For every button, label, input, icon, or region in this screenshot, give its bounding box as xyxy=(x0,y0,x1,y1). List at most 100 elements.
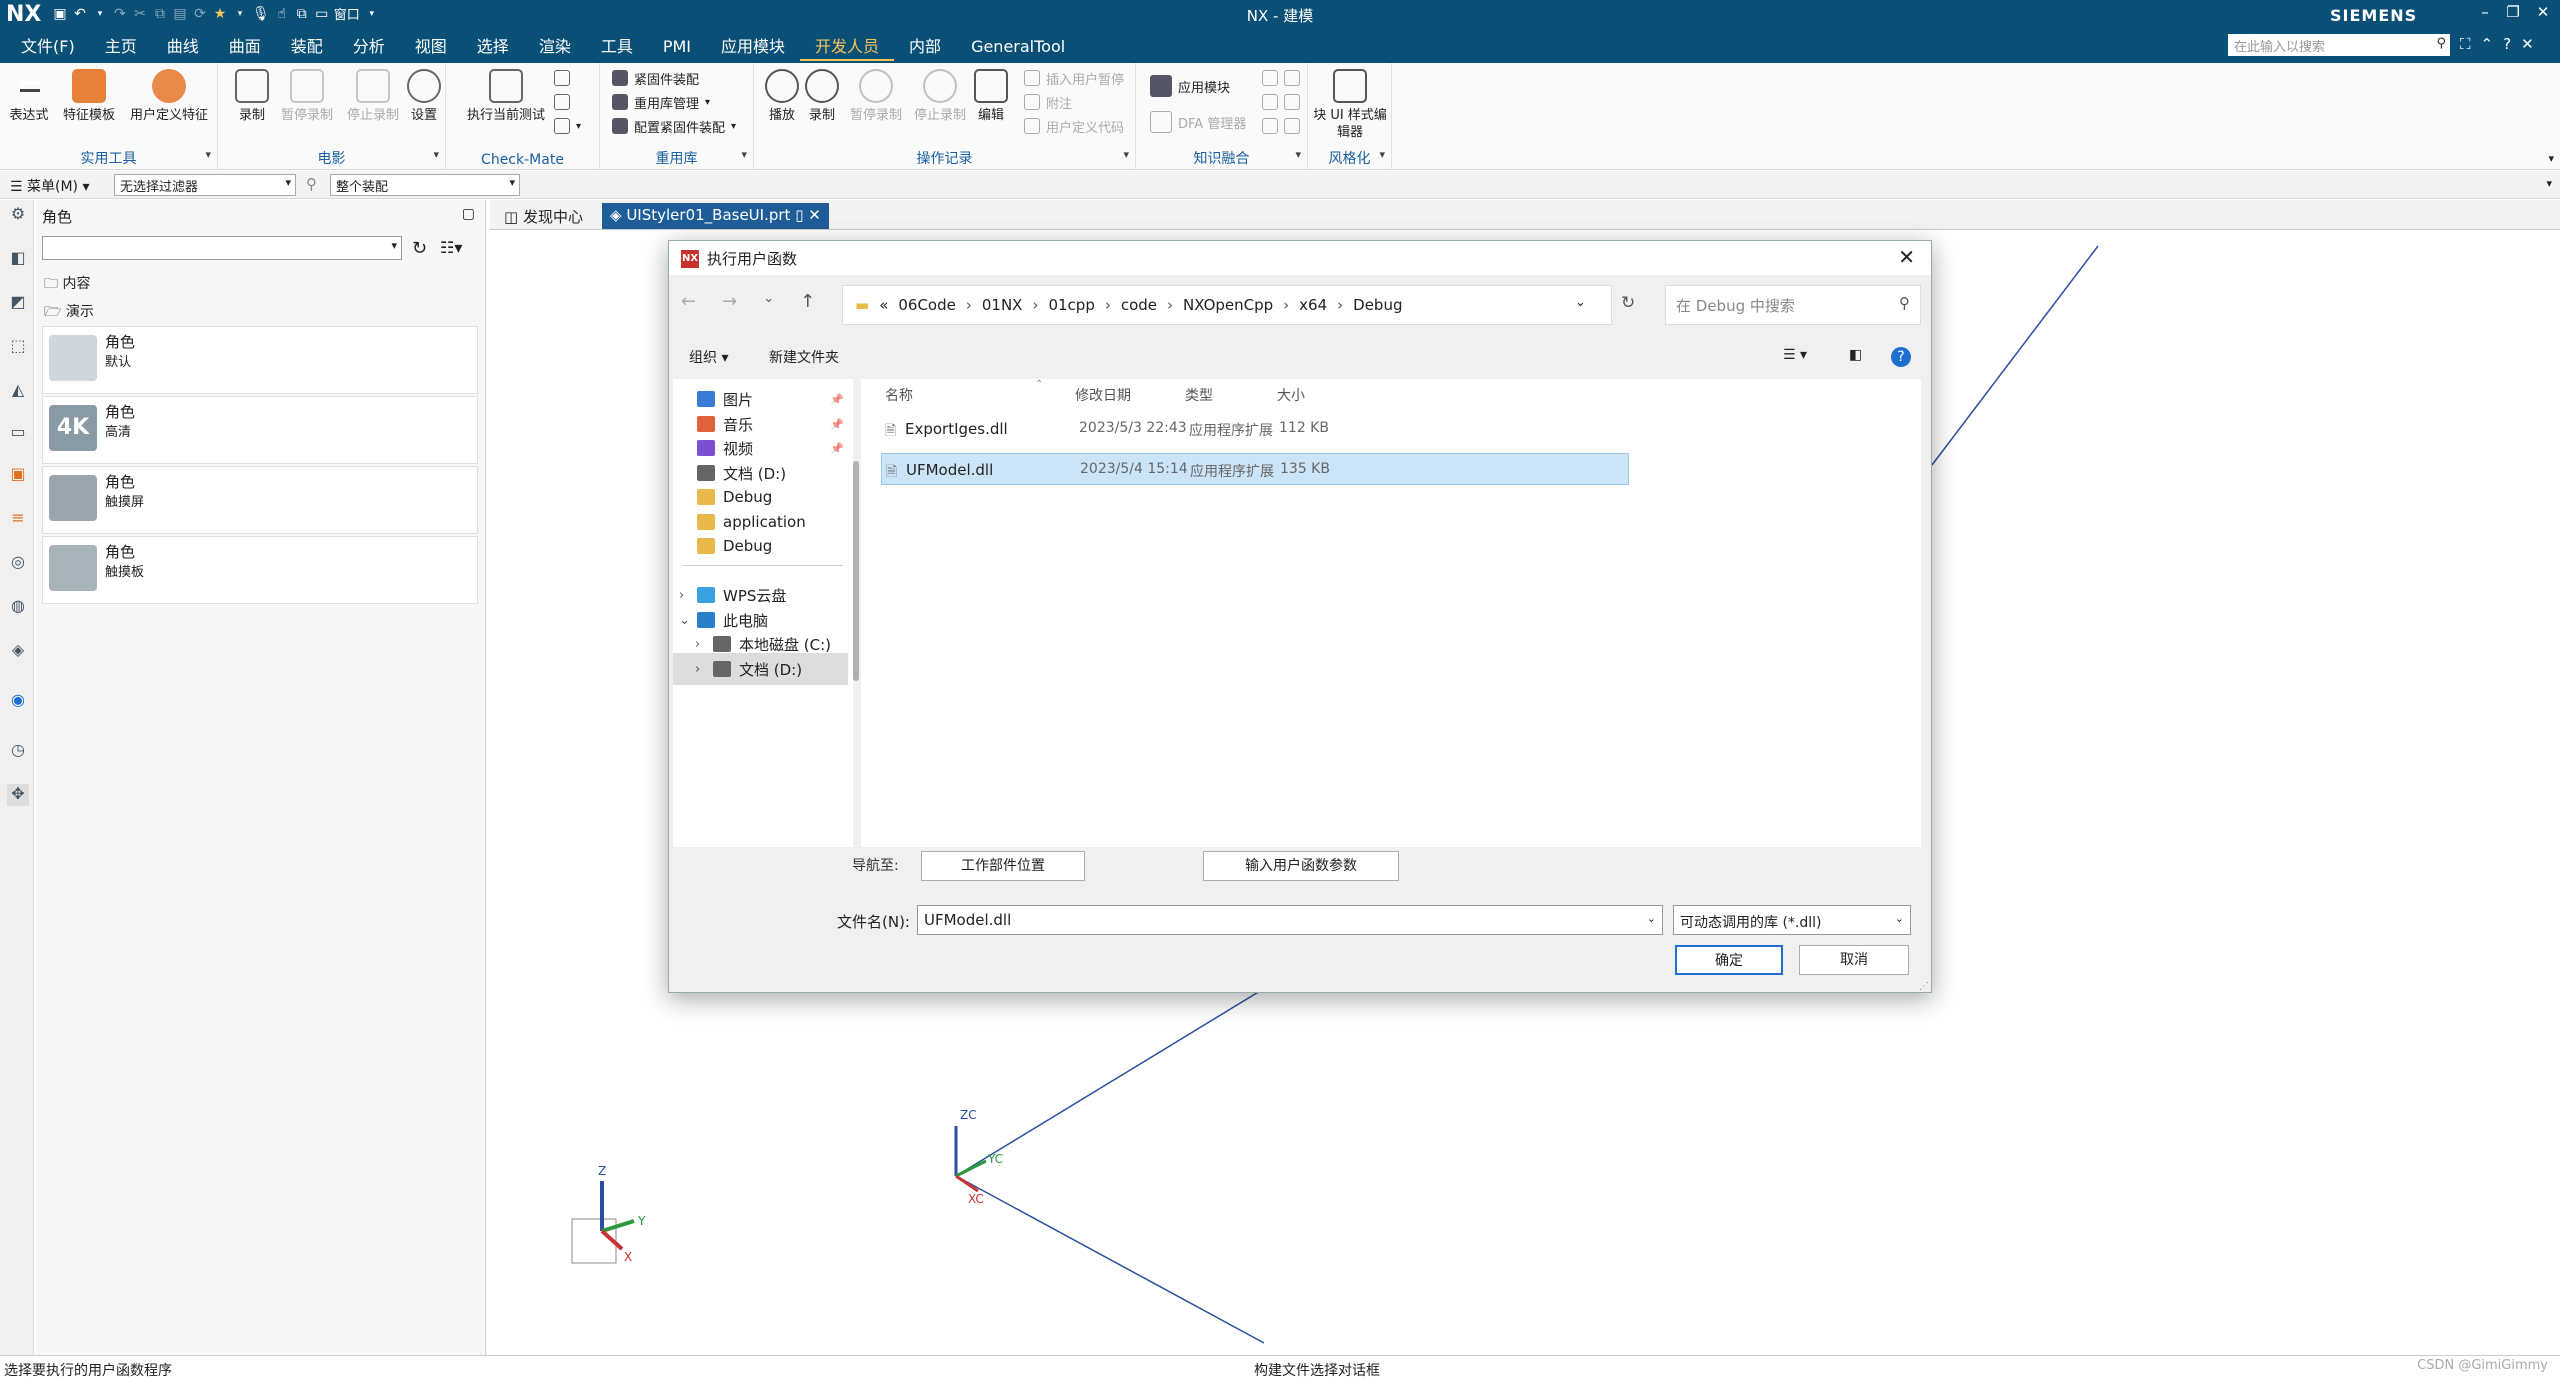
column-name[interactable]: 名称 xyxy=(885,385,913,405)
window-menu-label[interactable]: 窗口 xyxy=(334,4,360,23)
chevron-down-icon[interactable]: ▾ xyxy=(1295,148,1301,161)
microphone-icon[interactable]: 🎙 xyxy=(252,6,270,22)
breadcrumb-segment[interactable]: 01cpp xyxy=(1048,296,1094,314)
tab-pin-icon[interactable]: ▯ xyxy=(795,206,803,224)
configure-fastener-button[interactable]: 配置紧固件装配 ▾ xyxy=(612,115,736,137)
user-defined-feature-button[interactable]: 用户定义特征 xyxy=(124,69,214,124)
breadcrumb-segment[interactable]: « xyxy=(879,296,888,314)
kf-small-3[interactable] xyxy=(1262,115,1300,137)
refresh-icon[interactable]: ↻ xyxy=(412,238,427,259)
menu-item[interactable]: 分析 xyxy=(338,35,400,61)
history-icon[interactable]: ▣ xyxy=(7,464,29,486)
kf-small-2[interactable] xyxy=(1262,91,1300,113)
part-navigator-icon[interactable]: ◧ xyxy=(7,248,29,270)
search-icon[interactable]: ⚲ xyxy=(2436,36,2446,51)
nav-item[interactable]: › 文档 (D:) xyxy=(673,653,848,685)
breadcrumb-separator-icon[interactable]: › xyxy=(1337,296,1343,314)
tab-discovery-center[interactable]: ◫ 发现中心 xyxy=(496,203,591,229)
breadcrumb-separator-icon[interactable]: › xyxy=(1105,296,1111,314)
chevron-down-icon[interactable]: ⌄ xyxy=(679,613,690,628)
web-browser-icon[interactable]: ▭ xyxy=(7,422,29,444)
checkmate-small-2[interactable] xyxy=(554,91,570,113)
roles-icon[interactable]: ✥ xyxy=(7,784,29,806)
block-ui-styler-button[interactable]: 块 UI 样式编辑器 xyxy=(1312,69,1388,141)
copy-icon[interactable]: ⧉ xyxy=(152,6,168,22)
menu-item[interactable]: 应用模块 xyxy=(706,35,800,61)
menu-button[interactable]: ☰ 菜单(M) ▾ xyxy=(10,176,90,196)
roles-search-combo[interactable]: ▾ xyxy=(42,236,402,260)
insert-user-pause-button[interactable]: 插入用户暂停 xyxy=(1024,67,1124,89)
breadcrumb-separator-icon[interactable]: › xyxy=(1167,296,1173,314)
window-dropdown-icon[interactable]: ▾ xyxy=(364,9,380,19)
ok-button[interactable]: 确定 xyxy=(1675,945,1783,975)
file-row[interactable]: 🗎 ExportIges.dll 2023/5/3 22:43 应用程序扩展 112 K… xyxy=(881,413,1629,445)
menu-item[interactable]: GeneralTool xyxy=(956,35,1080,61)
scope-select[interactable]: 整个装配 ▾ xyxy=(330,174,520,196)
journal-edit-button[interactable]: 编辑 xyxy=(972,69,1010,124)
tab-close-icon[interactable]: ✕ xyxy=(808,206,821,224)
movie-record-button[interactable]: 录制 xyxy=(232,69,272,124)
journal-stop-button[interactable]: 停止录制 xyxy=(910,69,970,124)
column-size[interactable]: 大小 xyxy=(1277,385,1305,405)
ribbon-options-icon[interactable]: ▾ xyxy=(2548,152,2554,165)
menu-item[interactable]: 视图 xyxy=(400,35,462,61)
view-mode-button[interactable]: ☰ ▾ xyxy=(1783,347,1807,363)
breadcrumb-separator-icon[interactable]: › xyxy=(1032,296,1038,314)
close-icon[interactable]: ✕ xyxy=(2530,3,2556,21)
reuse-library-manager-button[interactable]: 重用库管理 ▾ xyxy=(612,91,710,113)
user-defined-code-button[interactable]: 用户定义代码 xyxy=(1024,115,1124,137)
role-card-hd[interactable]: 4K 角色 高清 xyxy=(42,396,478,464)
recent-dropdown-icon[interactable]: ⌄ xyxy=(763,291,774,312)
menu-item[interactable]: 装配 xyxy=(276,35,338,61)
role-card-touchscreen[interactable]: 角色 触摸屏 xyxy=(42,466,478,534)
back-arrow-icon[interactable]: ← xyxy=(681,291,696,312)
role-card-default[interactable]: 角色 默认 xyxy=(42,326,478,394)
restore-panel-icon[interactable]: ▢ xyxy=(462,206,475,222)
new-folder-button[interactable]: 新建文件夹 xyxy=(769,347,839,367)
clock-icon[interactable]: ◷ xyxy=(7,740,29,762)
undo-icon[interactable]: ↶ xyxy=(72,6,88,22)
restore-icon[interactable]: ❐ xyxy=(2500,3,2526,21)
collapse-ribbon-icon[interactable]: ⌃ xyxy=(2481,35,2494,53)
breadcrumb-segment[interactable]: Debug xyxy=(1353,296,1402,314)
paste-icon[interactable]: ▤ xyxy=(172,6,188,22)
breadcrumb-segment[interactable]: 01NX xyxy=(982,296,1023,314)
filename-input[interactable]: UFModel.dll ⌄ xyxy=(917,905,1663,935)
feature-template-button[interactable]: 特征模板 xyxy=(58,69,120,124)
role-card-touchpad[interactable]: 角色 触摸板 xyxy=(42,536,478,604)
menu-item[interactable]: 曲线 xyxy=(152,35,214,61)
movie-stop-button[interactable]: 停止录制 xyxy=(342,69,404,124)
assembly-navigator-icon[interactable]: ◩ xyxy=(7,292,29,314)
chevron-right-icon[interactable]: › xyxy=(695,662,700,677)
chevron-down-icon[interactable]: ▾ xyxy=(1123,148,1129,161)
redo-icon[interactable]: ↷ xyxy=(112,6,128,22)
save-icon[interactable]: ▣ xyxy=(52,6,68,22)
menu-item[interactable]: 文件(F) xyxy=(6,35,90,61)
chevron-right-icon[interactable]: › xyxy=(679,588,684,603)
repeat-icon[interactable]: ⟳ xyxy=(192,6,208,22)
chevron-right-icon[interactable]: › xyxy=(695,637,700,652)
star-icon[interactable]: ★ xyxy=(212,6,228,22)
touch-mode-icon[interactable]: ☝ xyxy=(274,6,290,22)
navigation-scrollbar[interactable] xyxy=(853,461,859,681)
chevron-down-icon[interactable]: ▾ xyxy=(205,148,211,161)
run-current-test-button[interactable]: 执行当前测试 xyxy=(460,69,552,124)
file-row[interactable]: 🗎 UFModel.dll 2023/5/4 15:14 应用程序扩展 135 KB xyxy=(881,453,1629,485)
close-part-icon[interactable]: ✕ xyxy=(2521,35,2534,53)
menu-item[interactable]: 工具 xyxy=(586,35,648,61)
cut-icon[interactable]: ✂ xyxy=(132,6,148,22)
type-filter-select[interactable]: 无选择过滤器 ▾ xyxy=(114,174,296,196)
journal-play-button[interactable]: 播放 xyxy=(764,69,800,124)
help-icon[interactable]: ? xyxy=(1891,347,1911,367)
tab-part-file[interactable]: ◈ UIStyler01_BaseUI.prt ▯ ✕ xyxy=(602,203,829,229)
nav-item[interactable]: Debug xyxy=(673,530,848,562)
chevron-down-icon[interactable]: ▾ xyxy=(1379,148,1385,161)
reuse-library-icon[interactable]: ◭ xyxy=(7,380,29,402)
process-studio-icon[interactable]: ≡ xyxy=(7,508,29,530)
resize-grip-icon[interactable]: ⋰ xyxy=(1919,981,1929,992)
window-menu-icon[interactable]: ▭ xyxy=(314,6,330,22)
address-bar[interactable]: ▬ « 06Code › 01NX › 01cpp › code › NXOpenCpp › x64 ›… xyxy=(842,285,1612,325)
chevron-down-icon[interactable]: ⌄ xyxy=(1647,912,1656,925)
menu-item[interactable]: 曲面 xyxy=(214,35,276,61)
switch-window-icon[interactable]: ⧉ xyxy=(294,6,310,22)
